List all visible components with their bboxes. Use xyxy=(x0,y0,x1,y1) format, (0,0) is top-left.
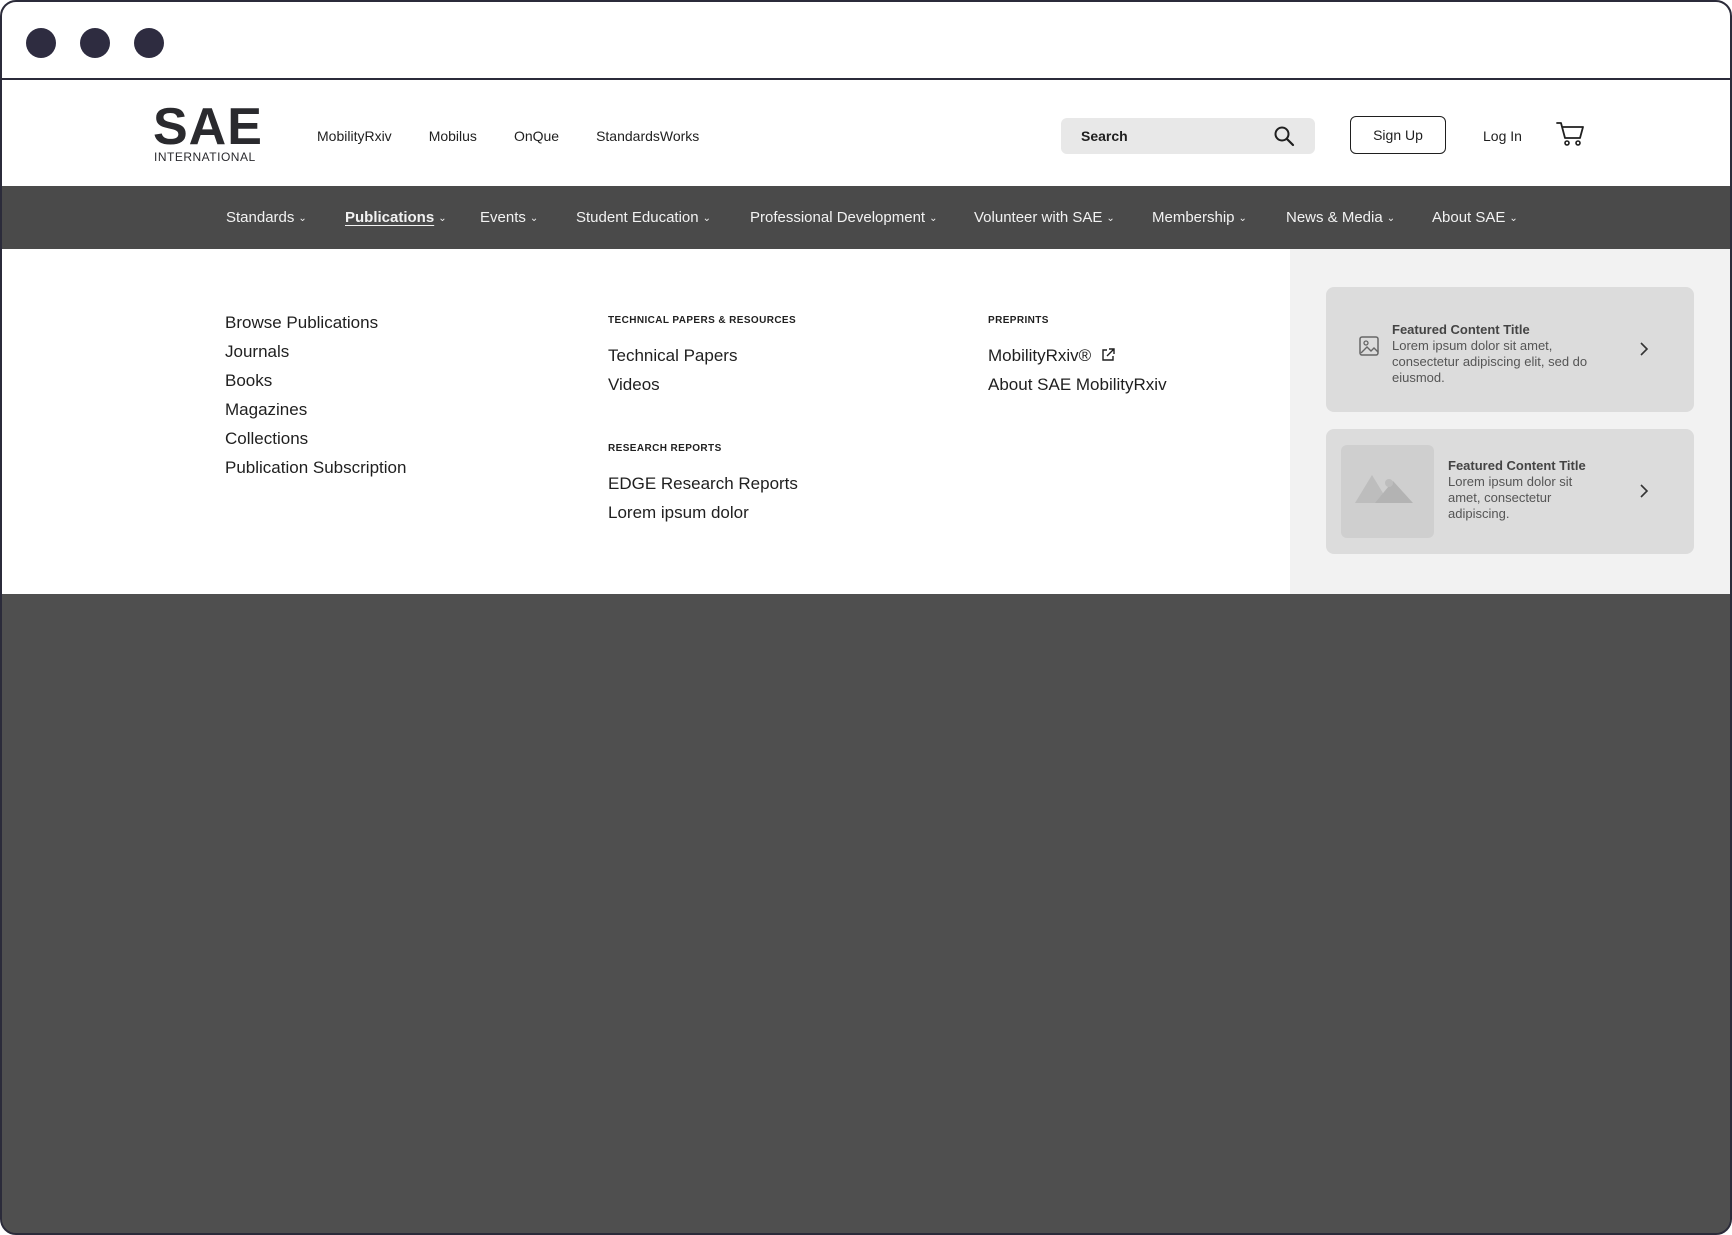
featured-card-description: Lorem ipsum dolor sit amet, consectetur … xyxy=(1448,474,1598,522)
top-links: MobilityRxiv Mobilus OnQue StandardsWork… xyxy=(317,128,736,144)
menu-lorem-ipsum[interactable]: Lorem ipsum dolor xyxy=(608,503,749,523)
nav-professional-development[interactable]: Professional Development ⌄ xyxy=(750,209,937,226)
search-icon[interactable] xyxy=(1273,125,1295,152)
window-minimize-dot[interactable] xyxy=(80,28,110,58)
sign-up-button[interactable]: Sign Up xyxy=(1350,116,1446,154)
browser-window: SAE INTERNATIONAL MobilityRxiv Mobilus O… xyxy=(0,0,1732,1235)
section-heading-technical-papers: TECHNICAL PAPERS & RESOURCES xyxy=(608,315,797,326)
cart-icon[interactable] xyxy=(1555,120,1585,153)
menu-publication-subscription[interactable]: Publication Subscription xyxy=(225,458,406,478)
chevron-down-icon: ⌄ xyxy=(1386,213,1396,224)
nav-student-education[interactable]: Student Education ⌄ xyxy=(576,209,711,226)
menu-about-sae-mobilityrxiv[interactable]: About SAE MobilityRxiv xyxy=(988,375,1167,395)
nav-label: Standards xyxy=(226,209,295,226)
menu-browse-publications[interactable]: Browse Publications xyxy=(225,313,378,333)
nav-membership[interactable]: Membership ⌄ xyxy=(1152,209,1247,226)
featured-card-title: Featured Content Title xyxy=(1392,322,1530,337)
nav-about-sae[interactable]: About SAE ⌄ xyxy=(1432,209,1518,226)
chevron-down-icon: ⌄ xyxy=(702,213,711,224)
nav-events[interactable]: Events ⌄ xyxy=(480,209,538,226)
nav-label: Membership xyxy=(1152,209,1235,226)
menu-mobilityrxiv-label: MobilityRxiv® xyxy=(988,346,1092,365)
window-close-dot[interactable] xyxy=(26,28,56,58)
desc-line: consectetur adipiscing elit, sed do xyxy=(1392,354,1588,369)
featured-card-title: Featured Content Title xyxy=(1448,458,1586,473)
top-link-mobilityrxiv[interactable]: MobilityRxiv xyxy=(317,128,392,144)
logo-wordmark: SAE xyxy=(153,98,263,156)
menu-books[interactable]: Books xyxy=(225,371,272,391)
top-link-mobilus[interactable]: Mobilus xyxy=(429,128,477,144)
nav-publications[interactable]: Publications ⌄ xyxy=(345,209,447,226)
chevron-right-icon xyxy=(1638,483,1650,504)
nav-label: News & Media xyxy=(1286,209,1383,226)
featured-card-2[interactable]: Featured Content Title Lorem ipsum dolor… xyxy=(1326,429,1694,554)
page-overlay[interactable] xyxy=(2,594,1730,1233)
top-link-onque[interactable]: OnQue xyxy=(514,128,559,144)
desc-line: Lorem ipsum dolor sit amet, xyxy=(1392,338,1553,353)
menu-journals[interactable]: Journals xyxy=(225,342,289,362)
window-maximize-dot[interactable] xyxy=(134,28,164,58)
featured-panel: Featured Content Title Lorem ipsum dolor… xyxy=(1290,249,1730,594)
menu-collections[interactable]: Collections xyxy=(225,429,308,449)
menu-edge-research-reports[interactable]: EDGE Research Reports xyxy=(608,474,798,494)
search-input[interactable]: Search xyxy=(1061,118,1315,154)
section-heading-preprints: PREPRINTS xyxy=(988,315,1049,326)
nav-label: Publications xyxy=(345,209,435,226)
site-header: SAE INTERNATIONAL MobilityRxiv Mobilus O… xyxy=(2,80,1730,186)
log-in-link[interactable]: Log In xyxy=(1483,128,1522,144)
chevron-down-icon: ⌄ xyxy=(1106,213,1115,224)
chevron-right-icon xyxy=(1638,341,1650,362)
top-link-standardsworks[interactable]: StandardsWorks xyxy=(596,128,699,144)
publications-mega-menu: Browse Publications Journals Books Magaz… xyxy=(2,249,1730,594)
nav-label: Events xyxy=(480,209,526,226)
featured-image-placeholder xyxy=(1341,445,1434,538)
nav-volunteer[interactable]: Volunteer with SAE ⌄ xyxy=(974,209,1115,226)
chevron-down-icon: ⌄ xyxy=(1509,213,1518,224)
nav-news-media[interactable]: News & Media ⌄ xyxy=(1286,209,1395,226)
chevron-down-icon: ⌄ xyxy=(298,213,307,224)
logo-subtitle: INTERNATIONAL xyxy=(154,150,256,164)
desc-line: adipiscing. xyxy=(1448,506,1510,521)
menu-videos[interactable]: Videos xyxy=(608,375,660,395)
nav-label: Student Education xyxy=(576,209,699,226)
sae-logo[interactable]: SAE INTERNATIONAL xyxy=(153,98,263,164)
chevron-down-icon: ⌄ xyxy=(529,213,539,224)
desc-line: eiusmod. xyxy=(1392,370,1445,385)
desc-line: amet, consectetur xyxy=(1448,490,1552,505)
menu-mobilityrxiv[interactable]: MobilityRxiv® xyxy=(988,346,1116,368)
external-link-icon xyxy=(1100,347,1116,368)
search-placeholder: Search xyxy=(1081,128,1128,144)
featured-card-description: Lorem ipsum dolor sit amet, consectetur … xyxy=(1392,338,1632,386)
menu-magazines[interactable]: Magazines xyxy=(225,400,307,420)
nav-standards[interactable]: Standards ⌄ xyxy=(226,209,307,226)
desc-line: Lorem ipsum dolor sit xyxy=(1448,474,1573,489)
nav-label: Professional Development xyxy=(750,209,926,226)
chevron-down-icon: ⌄ xyxy=(438,213,447,224)
nav-label: Volunteer with SAE xyxy=(974,209,1103,226)
chevron-down-icon: ⌄ xyxy=(929,213,938,224)
section-heading-research-reports: RESEARCH REPORTS xyxy=(608,443,722,454)
featured-card-1[interactable]: Featured Content Title Lorem ipsum dolor… xyxy=(1326,287,1694,412)
nav-label: About SAE xyxy=(1432,209,1506,226)
window-chrome xyxy=(2,2,1730,80)
image-icon xyxy=(1358,335,1380,362)
chevron-down-icon: ⌄ xyxy=(1238,213,1247,224)
menu-technical-papers[interactable]: Technical Papers xyxy=(608,346,737,366)
main-navigation: Standards ⌄ Publications ⌄ Events ⌄ Student… xyxy=(2,186,1730,249)
